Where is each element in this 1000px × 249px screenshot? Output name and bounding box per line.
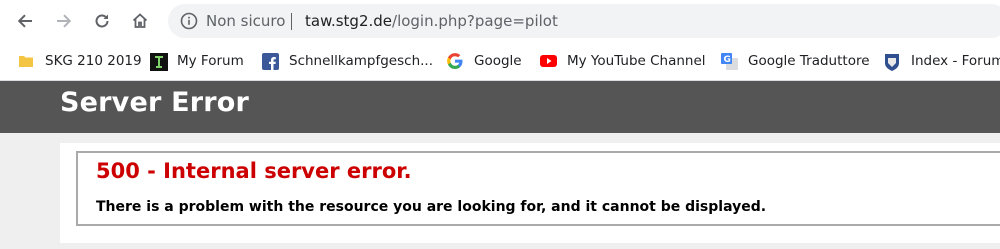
url-host: taw.stg2.de: [305, 12, 393, 30]
forum-index-icon: [884, 53, 900, 71]
youtube-icon: [540, 53, 557, 69]
bookmark-skg-210-2019[interactable]: SKG 210 2019: [18, 51, 142, 71]
facebook-icon: [262, 53, 279, 70]
bookmark-label: Index - Forum: [911, 53, 1000, 69]
error-message: There is a problem with the resource you…: [96, 199, 767, 215]
error-heading: 500 - Internal server error.: [96, 159, 412, 183]
page-header: Server Error: [0, 81, 1000, 133]
bookmarks-bar: SKG 210 2019 My Forum Schnellkampfgesch.…: [0, 42, 1000, 81]
folder-icon: [18, 53, 34, 69]
bookmark-label: My YouTube Channel: [567, 53, 706, 69]
bookmark-label: My Forum: [177, 53, 244, 69]
content-panel: 500 - Internal server error. There is a …: [60, 143, 1000, 243]
google-translate-icon: G: [721, 53, 738, 70]
reload-icon: [95, 14, 109, 28]
back-icon: [17, 14, 32, 28]
svg-text:G: G: [724, 55, 731, 65]
bookmark-google-traduttore[interactable]: G Google Traduttore: [721, 51, 870, 71]
home-button[interactable]: [126, 7, 154, 35]
security-label[interactable]: Non sicuro: [206, 12, 285, 30]
bookmark-label: SKG 210 2019: [45, 53, 142, 69]
url-text[interactable]: taw.stg2.de/login.php?page=pilot: [305, 12, 558, 30]
bookmark-index-forum[interactable]: Index - Forum: [884, 51, 1000, 71]
bookmark-label: Google Traduttore: [748, 53, 870, 69]
bookmark-google[interactable]: Google: [447, 51, 522, 71]
error-box: 500 - Internal server error. There is a …: [76, 151, 1000, 226]
forum-favicon: [150, 53, 168, 71]
page-title: Server Error: [60, 87, 250, 118]
bookmark-label: Schnellkampfgesch...: [289, 53, 433, 69]
forward-button[interactable]: [50, 7, 78, 35]
bookmark-schnellkampfgeschwader[interactable]: Schnellkampfgesch...: [262, 51, 433, 71]
back-button[interactable]: [11, 7, 39, 35]
bookmark-my-youtube-channel[interactable]: My YouTube Channel: [540, 51, 706, 71]
url-path: /login.php?page=pilot: [392, 12, 558, 30]
address-bar[interactable]: Non sicuro taw.stg2.de/login.php?page=pi…: [168, 4, 1000, 38]
omnibox-divider: [291, 13, 292, 30]
google-icon: [447, 53, 463, 69]
browser-toolbar: Non sicuro taw.stg2.de/login.php?page=pi…: [0, 0, 1000, 42]
forward-icon: [57, 14, 72, 28]
bookmark-my-forum[interactable]: My Forum: [150, 51, 244, 71]
bookmark-label: Google: [474, 53, 522, 69]
reload-button[interactable]: [88, 7, 116, 35]
home-icon: [132, 13, 148, 28]
info-icon[interactable]: [180, 12, 198, 30]
